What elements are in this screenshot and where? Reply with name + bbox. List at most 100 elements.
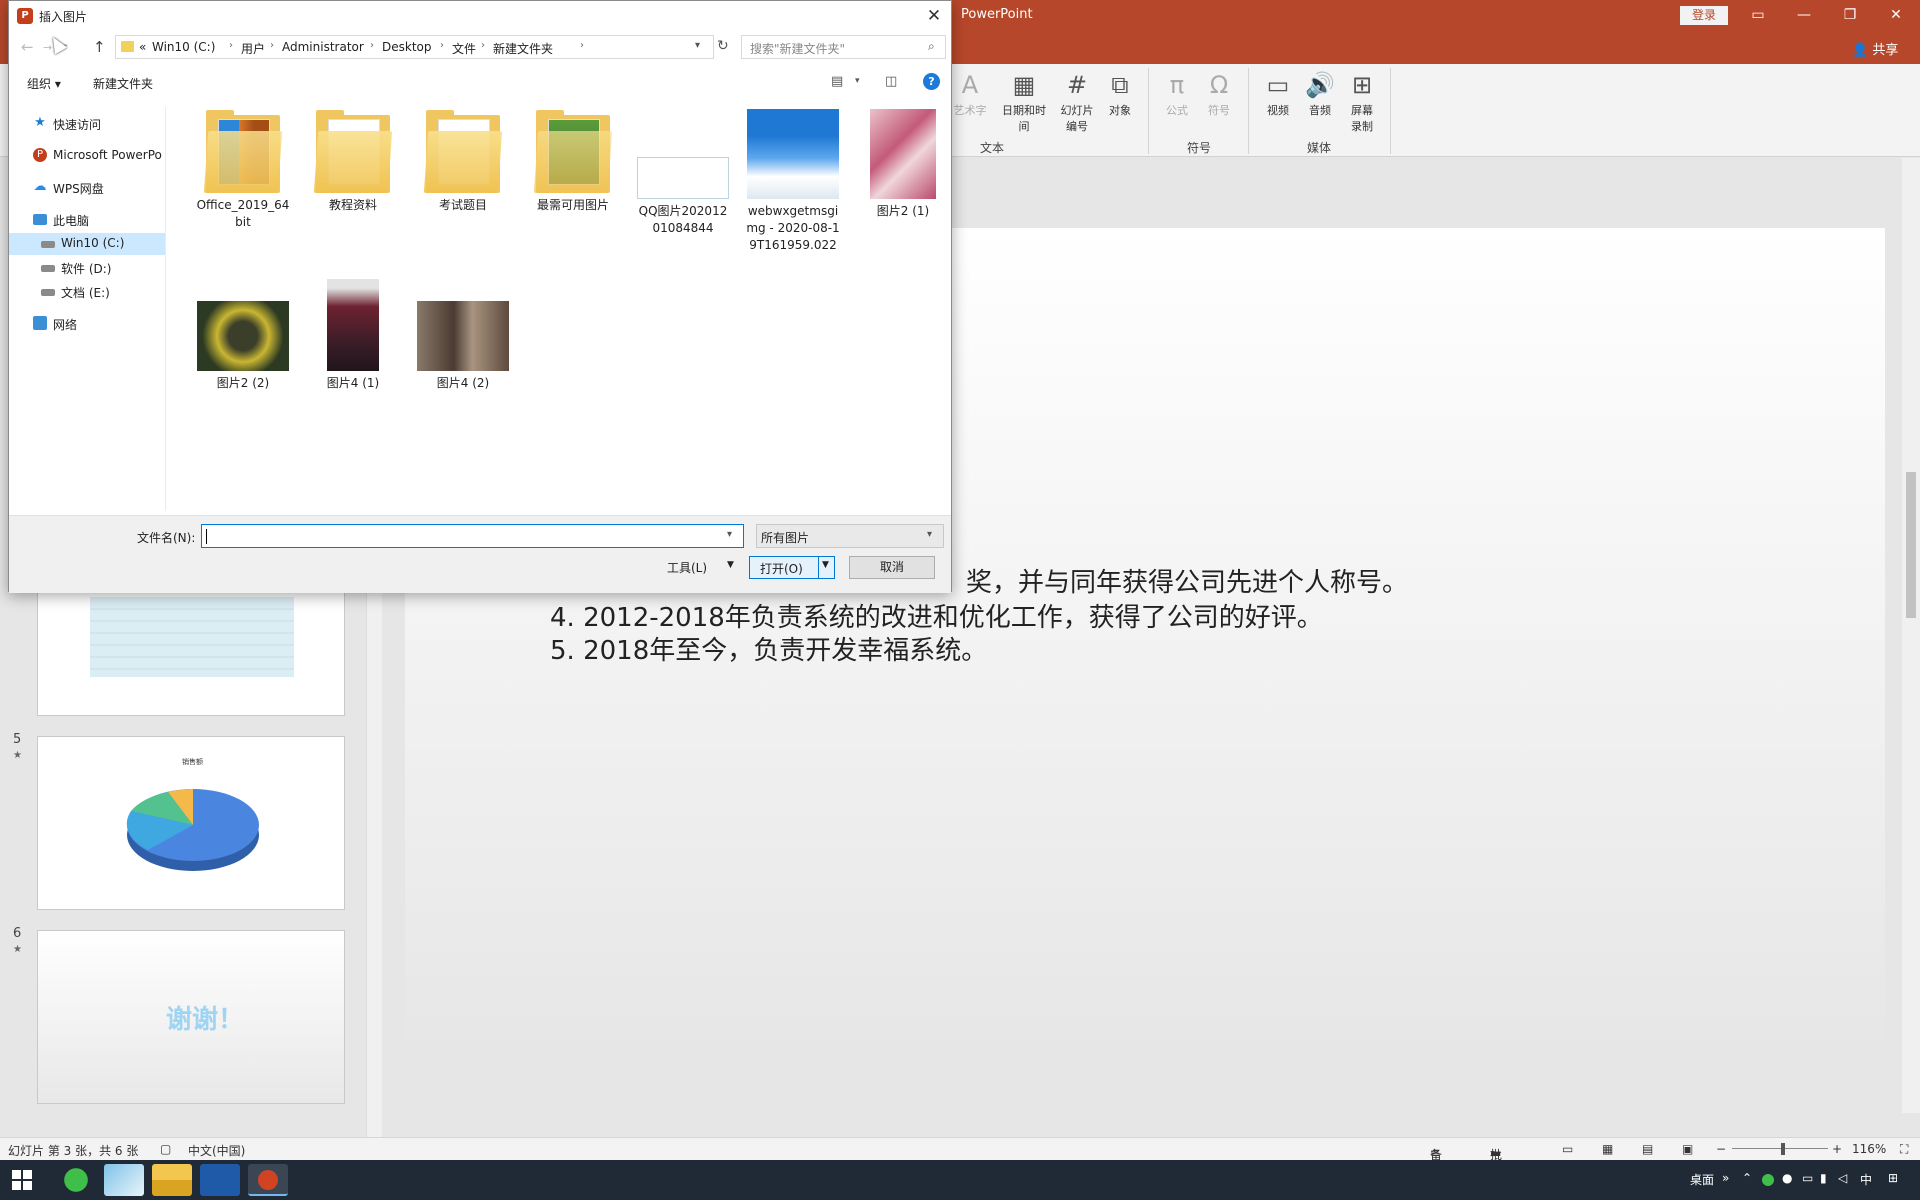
fit-slide-icon[interactable]: ⛶ bbox=[1900, 1142, 1908, 1157]
zoom-level[interactable]: 116% bbox=[1852, 1142, 1886, 1156]
nav-wps-drive[interactable]: ☁ WPS网盘 bbox=[9, 177, 165, 199]
windows-start-icon[interactable] bbox=[12, 1170, 32, 1190]
filetype-select[interactable]: 所有图片 ▾ bbox=[756, 524, 944, 548]
file-item[interactable]: 图片4 (2) bbox=[415, 279, 511, 392]
audio-button[interactable]: 🔊 音频 bbox=[1298, 70, 1342, 118]
breadcrumb-sep-icon[interactable]: › bbox=[270, 40, 274, 51]
powerpoint-taskbar-icon[interactable] bbox=[248, 1164, 288, 1196]
slide-sorter-icon[interactable]: ▦ bbox=[1602, 1142, 1613, 1156]
file-item[interactable]: 图片4 (1) bbox=[305, 279, 401, 392]
slide-scrollbar-thumb[interactable] bbox=[1906, 472, 1916, 618]
chevron-down-icon[interactable]: ▾ bbox=[727, 529, 732, 540]
breadcrumb-users[interactable]: 用户 bbox=[241, 40, 265, 57]
slide-thumbnail-6[interactable]: 谢谢！ bbox=[37, 930, 345, 1104]
nav-d-drive[interactable]: 软件 (D:) bbox=[9, 257, 165, 279]
breadcrumb-sep-icon[interactable]: › bbox=[370, 40, 374, 51]
equation-button[interactable]: π 公式 bbox=[1155, 70, 1199, 118]
breadcrumb-new-folder[interactable]: 新建文件夹 bbox=[493, 40, 553, 57]
view-options-icon[interactable]: ▤ bbox=[831, 74, 843, 89]
ime-mode-icon[interactable]: ⊞ bbox=[1888, 1171, 1898, 1185]
breadcrumb-wenjian[interactable]: 文件 bbox=[452, 40, 476, 57]
help-icon[interactable]: ? bbox=[923, 73, 940, 90]
language-status[interactable]: 中文(中国) bbox=[188, 1142, 245, 1159]
nav-c-drive[interactable]: Win10 (C:) bbox=[9, 233, 165, 255]
file-item[interactable]: Office_2019_64bit bbox=[195, 109, 291, 231]
date-time-button[interactable]: ▦ 日期和时间 bbox=[1000, 70, 1048, 134]
pane-divider[interactable] bbox=[165, 107, 166, 511]
symbol-button[interactable]: Ω 符号 bbox=[1197, 70, 1241, 118]
zoom-slider[interactable] bbox=[1732, 1148, 1828, 1149]
minimize-icon[interactable]: — bbox=[1782, 0, 1826, 30]
file-item[interactable]: 考试题目 bbox=[415, 109, 511, 214]
file-item[interactable]: 教程资料 bbox=[305, 109, 401, 214]
tray-app-icon[interactable] bbox=[1762, 1174, 1774, 1186]
file-item[interactable]: 最需可用图片 bbox=[525, 109, 621, 214]
search-input[interactable]: 搜索"新建文件夹" ⌕ bbox=[741, 35, 946, 59]
spellcheck-icon[interactable]: ▢ bbox=[160, 1142, 171, 1156]
file-item[interactable]: 图片2 (2) bbox=[195, 279, 291, 392]
share-button[interactable]: 👤 共享 bbox=[1852, 39, 1898, 58]
breadcrumb-desktop[interactable]: Desktop bbox=[382, 40, 432, 54]
cancel-button[interactable]: 取消 bbox=[849, 556, 935, 579]
breadcrumb-administrator[interactable]: Administrator bbox=[282, 40, 364, 54]
slide-thumbnail-5[interactable]: 销售额 bbox=[37, 736, 345, 910]
object-button[interactable]: ⧉ 对象 bbox=[1098, 70, 1142, 118]
slide-scrollbar[interactable] bbox=[1902, 158, 1920, 1113]
address-bar[interactable]: « Win10 (C:) › 用户 › Administrator › Desk… bbox=[115, 35, 714, 59]
nav-quick-access[interactable]: ★ 快速访问 bbox=[9, 113, 165, 135]
close-icon[interactable]: ✕ bbox=[921, 5, 947, 27]
nav-microsoft-powerpoint[interactable]: P Microsoft PowerPo bbox=[9, 145, 165, 167]
file-item[interactable]: 图片2 (1) bbox=[855, 109, 951, 220]
slideshow-icon[interactable]: ▣ bbox=[1682, 1142, 1693, 1156]
chevron-down-icon[interactable]: ▾ bbox=[695, 40, 700, 51]
zoom-out-icon[interactable]: − bbox=[1716, 1142, 1726, 1156]
file-item[interactable]: QQ图片20201201084844 bbox=[635, 109, 731, 237]
breadcrumb-sep-icon[interactable]: › bbox=[440, 40, 444, 51]
slide-number-button[interactable]: # 幻灯片 编号 bbox=[1055, 70, 1099, 134]
zoom-slider-thumb[interactable] bbox=[1781, 1143, 1785, 1155]
back-arrow-icon[interactable]: ← bbox=[21, 38, 34, 56]
breadcrumb-overflow[interactable]: « bbox=[139, 40, 146, 54]
file-explorer-taskbar-icon[interactable] bbox=[152, 1164, 192, 1196]
zoom-in-icon[interactable]: + bbox=[1832, 1142, 1842, 1156]
video-button[interactable]: ▭ 视频 bbox=[1256, 70, 1300, 118]
filename-input[interactable]: ▾ bbox=[201, 524, 744, 548]
notes-app-taskbar-icon[interactable] bbox=[104, 1164, 144, 1196]
breadcrumb-sep-icon[interactable]: › bbox=[580, 40, 584, 51]
screen-record-button[interactable]: ⊞ 屏幕 录制 bbox=[1340, 70, 1384, 134]
breadcrumb-sep-icon[interactable]: › bbox=[481, 40, 485, 51]
toolbar-expand-icon[interactable]: » bbox=[1722, 1171, 1729, 1185]
organize-button[interactable]: 组织 ▾ bbox=[27, 75, 61, 92]
nav-e-drive[interactable]: 文档 (E:) bbox=[9, 281, 165, 303]
browser-taskbar-icon[interactable] bbox=[56, 1164, 96, 1196]
normal-view-icon[interactable]: ▭ bbox=[1562, 1142, 1573, 1156]
wordart-button[interactable]: A 艺术字 bbox=[948, 70, 992, 118]
slide-thumbnail-4[interactable] bbox=[37, 588, 345, 716]
open-dropdown-icon[interactable]: ▼ bbox=[822, 560, 829, 570]
preview-pane-icon[interactable]: ◫ bbox=[885, 74, 897, 89]
breadcrumb-sep-icon[interactable]: › bbox=[229, 40, 233, 51]
battery-icon[interactable]: ▮ bbox=[1820, 1171, 1827, 1185]
login-button[interactable]: 登录 bbox=[1680, 6, 1728, 25]
desktop-toolbar[interactable]: 桌面 bbox=[1690, 1171, 1714, 1188]
dialog-titlebar[interactable]: P 插入图片 ✕ bbox=[9, 1, 951, 31]
ribbon-display-icon[interactable]: ▭ bbox=[1736, 0, 1780, 30]
close-window-icon[interactable]: ✕ bbox=[1874, 0, 1918, 30]
restore-icon[interactable]: ❐ bbox=[1828, 0, 1872, 30]
tray-app-icon[interactable]: ● bbox=[1782, 1171, 1792, 1185]
volume-icon[interactable]: ◁ bbox=[1838, 1171, 1847, 1185]
new-folder-button[interactable]: 新建文件夹 bbox=[93, 75, 153, 92]
up-arrow-icon[interactable]: ↑ bbox=[93, 38, 106, 56]
file-item[interactable]: webwxgetmsgimg - 2020-08-19T161959.022 bbox=[745, 109, 841, 254]
tools-button[interactable]: 工具(L) ▼ bbox=[667, 559, 734, 576]
nav-network[interactable]: 网络 bbox=[9, 313, 165, 335]
ime-indicator[interactable]: 中 bbox=[1860, 1171, 1872, 1188]
nav-this-pc[interactable]: 此电脑 bbox=[9, 209, 165, 231]
view-dropdown-icon[interactable]: ▾ bbox=[855, 76, 860, 86]
app-taskbar-icon[interactable] bbox=[200, 1164, 240, 1196]
reading-view-icon[interactable]: ▤ bbox=[1642, 1142, 1653, 1156]
network-tray-icon[interactable]: ▭ bbox=[1802, 1171, 1813, 1185]
tray-chevron-up-icon[interactable]: ⌃ bbox=[1742, 1171, 1752, 1185]
open-button[interactable]: 打开(O) ▼ bbox=[749, 556, 835, 579]
breadcrumb-c-drive[interactable]: Win10 (C:) bbox=[152, 40, 215, 54]
